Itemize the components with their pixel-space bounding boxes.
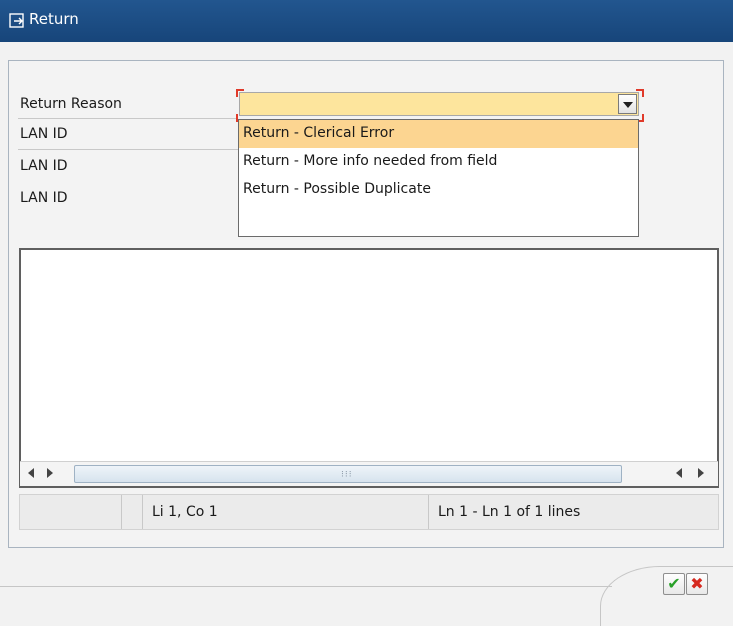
checkmark-icon: ✔ xyxy=(667,574,681,593)
return-reason-combobox[interactable] xyxy=(239,92,639,116)
horizontal-scrollbar[interactable]: ⁝⁝⁝ xyxy=(20,461,718,486)
arrow-left-icon[interactable] xyxy=(676,468,682,478)
dialog-icon xyxy=(9,13,24,28)
ok-button[interactable]: ✔ xyxy=(663,573,685,595)
required-marker xyxy=(236,89,244,97)
chevron-down-icon xyxy=(623,102,633,108)
required-marker xyxy=(636,89,644,97)
divider xyxy=(121,495,122,529)
arrow-left-icon[interactable] xyxy=(28,468,34,478)
divider xyxy=(0,586,612,587)
arrow-right-icon[interactable] xyxy=(47,468,53,478)
dropdown-button[interactable] xyxy=(618,94,637,114)
text-editor[interactable] xyxy=(19,248,719,488)
window-title: Return xyxy=(29,10,79,28)
scrollbar-thumb[interactable]: ⁝⁝⁝ xyxy=(74,465,622,483)
lan-id-label: LAN ID xyxy=(20,190,68,206)
editor-status-bar: Li 1, Co 1 Ln 1 - Ln 1 of 1 lines xyxy=(19,494,719,530)
dropdown-option-more-info[interactable]: Return - More info needed from field xyxy=(239,148,638,176)
grip-icon: ⁝⁝⁝ xyxy=(341,470,353,480)
divider xyxy=(142,495,143,529)
dropdown-option-possible-duplicate[interactable]: Return - Possible Duplicate xyxy=(239,176,638,204)
divider xyxy=(18,118,238,119)
dropdown-option-clerical-error[interactable]: Return - Clerical Error xyxy=(239,120,638,148)
title-bar: Return xyxy=(0,0,733,42)
lan-id-label: LAN ID xyxy=(20,126,68,142)
divider xyxy=(18,149,238,150)
lan-id-label: LAN ID xyxy=(20,158,68,174)
cursor-position: Li 1, Co 1 xyxy=(152,504,218,520)
cancel-button[interactable]: ✖ xyxy=(686,573,708,595)
arrow-right-icon[interactable] xyxy=(698,468,704,478)
close-icon: ✖ xyxy=(690,574,704,593)
line-count: Ln 1 - Ln 1 of 1 lines xyxy=(438,504,581,520)
divider xyxy=(428,495,429,529)
return-reason-label: Return Reason xyxy=(20,96,122,112)
return-reason-dropdown-list: Return - Clerical Error Return - More in… xyxy=(238,119,639,237)
